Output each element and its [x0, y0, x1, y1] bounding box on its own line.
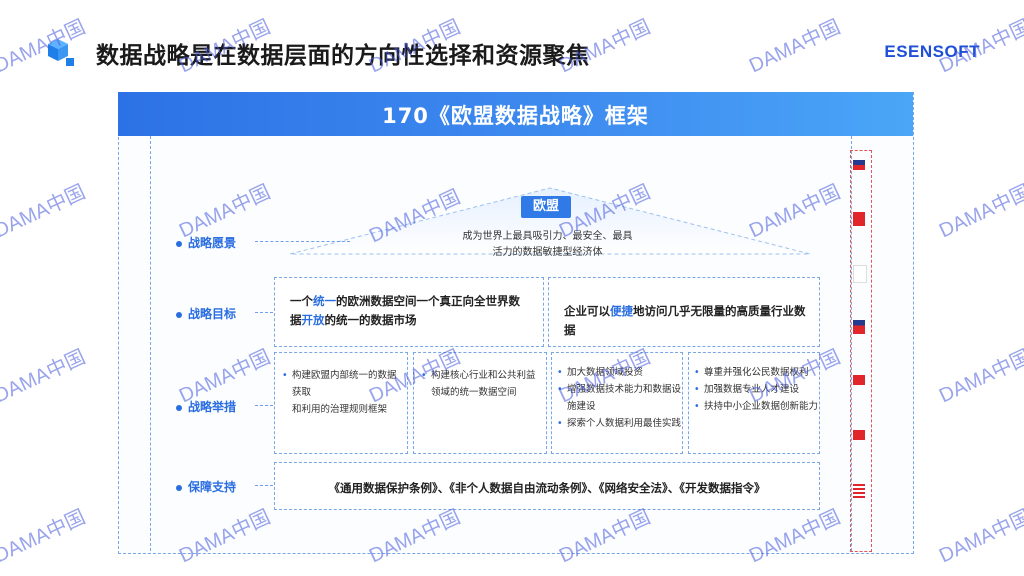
watermark: DAMA中国	[0, 506, 89, 568]
logo-cube-icon	[48, 39, 74, 66]
flag-icon	[853, 320, 865, 334]
bullet-dot-icon	[176, 484, 182, 491]
bullet-dot-icon	[176, 311, 182, 318]
goal-text-left: 一个统一的欧洲数据空间一个真正向全世界数据开放的统一的数据市场	[290, 294, 520, 327]
action-text-4: 尊重并强化公民数据权利 加强数据专业人才建设 扶持中小企业数据创新能力	[694, 364, 818, 415]
vision-line-1: 成为世界上最具吸引力、最安全、最具	[462, 231, 633, 242]
row-label-goals: 战略目标	[176, 305, 236, 322]
brand-logo: ESENSOFT	[884, 42, 980, 61]
bullet-dot-icon	[176, 404, 182, 411]
row-label-vision: 战略愿景	[176, 234, 236, 251]
goal-text-right: 企业可以便捷地访问几乎无限量的高质量行业数据	[564, 304, 806, 337]
flag-icon	[853, 484, 865, 498]
connector-line	[255, 241, 350, 242]
watermark: DAMA中国	[935, 181, 1024, 243]
flag-icon	[853, 375, 865, 385]
connector-line	[255, 312, 273, 313]
watermark: DAMA中国	[0, 346, 89, 408]
watermark: DAMA中国	[935, 346, 1024, 408]
action-text-3: 加大数据领域投资 增强数据技术能力和数据设 施建设 探索个人数据利用最佳实践	[557, 364, 681, 432]
support-text: 《通用数据保护条例》、《非个人数据自由流动条例》、《网络安全法》、《开发数据指令…	[328, 481, 766, 495]
row-label-actions: 战略举措	[176, 398, 236, 415]
watermark: DAMA中国	[745, 16, 844, 78]
vision-text: 成为世界上最具吸引力、最安全、最具 活力的数据敏捷型经济体	[440, 229, 655, 261]
flag-icon	[853, 265, 867, 283]
bullet-dot-icon	[176, 240, 182, 247]
panel-title: 170《欧盟数据战略》框架	[382, 104, 649, 128]
action-text-2: 构建核心行业和公共利益 领域的统一数据空间	[421, 367, 543, 401]
eu-badge: 欧盟	[521, 196, 571, 218]
flag-icon	[853, 212, 865, 226]
watermark: DAMA中国	[0, 181, 89, 243]
flag-icon	[853, 430, 865, 440]
connector-line	[255, 405, 273, 406]
action-text-1: 构建欧盟内部统一的数据获取 和利用的治理规则框架	[282, 367, 404, 418]
slide-title: 数据战略是在数据层面的方向性选择和资源聚焦	[96, 43, 590, 69]
panel-header: 170《欧盟数据战略》框架	[118, 92, 913, 136]
watermark: DAMA中国	[935, 506, 1024, 568]
vision-line-2: 活力的数据敏捷型经济体	[492, 247, 603, 258]
flag-icon	[853, 160, 865, 170]
row-label-support: 保障支持	[176, 478, 236, 495]
connector-line	[255, 485, 273, 486]
